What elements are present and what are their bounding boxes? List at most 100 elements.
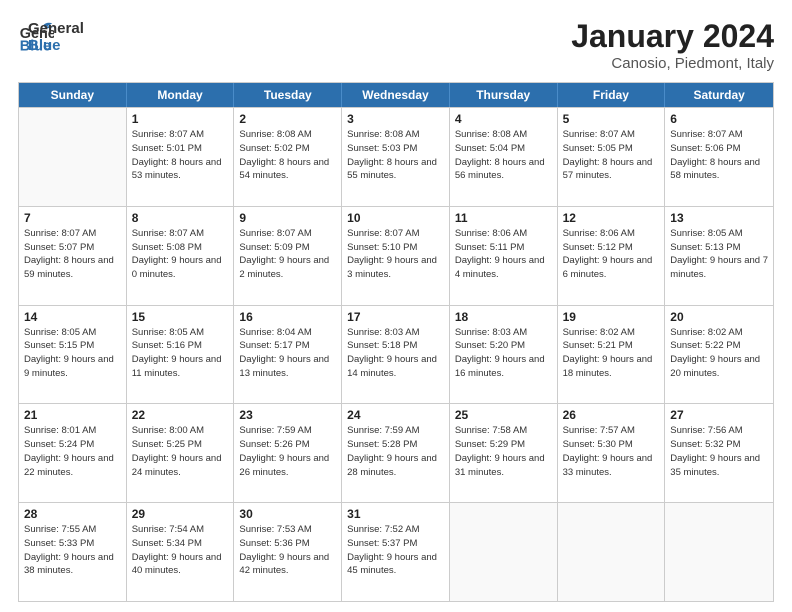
day-number: 23 [239,408,336,422]
calendar-cell: 27 Sunrise: 7:56 AM Sunset: 5:32 PM Dayli… [665,404,773,502]
title-block: January 2024 Canosio, Piedmont, Italy [571,18,774,72]
calendar-row-1: 1Sunrise: 8:07 AM Sunset: 5:01 PM Daylig… [19,107,773,206]
calendar-cell: 24Sunrise: 7:59 AM Sunset: 5:28 PM Dayli… [342,404,450,502]
calendar-cell [665,503,773,601]
day-of-week-friday: Friday [558,83,666,107]
calendar-cell: 19 Sunrise: 8:02 AM Sunset: 5:21 PM Dayli… [558,306,666,404]
day-number: 5 [563,112,660,126]
day-number: 22 [132,408,229,422]
day-info: Sunrise: 8:05 AM Sunset: 5:15 PM Dayligh… [24,326,121,381]
day-number: 14 [24,310,121,324]
day-info: Sunrise: 8:04 AM Sunset: 5:17 PM Dayligh… [239,326,336,381]
calendar-cell: 22 Sunrise: 8:00 AM Sunset: 5:25 PM Dayli… [127,404,235,502]
day-info: Sunrise: 7:53 AM Sunset: 5:36 PM Dayligh… [239,523,336,578]
day-number: 12 [563,211,660,225]
day-number: 27 [670,408,768,422]
page: General Blue General Blue January 2024 C… [0,0,792,612]
calendar-cell: 9Sunrise: 8:07 AM Sunset: 5:09 PM Daylig… [234,207,342,305]
day-info: Sunrise: 7:58 AM Sunset: 5:29 PM Dayligh… [455,424,552,479]
calendar-row-2: 7 Sunrise: 8:07 AM Sunset: 5:07 PM Daylig… [19,206,773,305]
day-info: Sunrise: 8:07 AM Sunset: 5:08 PM Dayligh… [132,227,229,282]
calendar-cell: 2 Sunrise: 8:08 AM Sunset: 5:02 PM Daylig… [234,108,342,206]
day-number: 30 [239,507,336,521]
day-info: Sunrise: 8:00 AM Sunset: 5:25 PM Dayligh… [132,424,229,479]
calendar-cell: 14 Sunrise: 8:05 AM Sunset: 5:15 PM Dayli… [19,306,127,404]
day-number: 31 [347,507,444,521]
calendar-cell: 8 Sunrise: 8:07 AM Sunset: 5:08 PM Daylig… [127,207,235,305]
calendar-cell: 15Sunrise: 8:05 AM Sunset: 5:16 PM Dayli… [127,306,235,404]
calendar-cell: 30 Sunrise: 7:53 AM Sunset: 5:36 PM Dayli… [234,503,342,601]
calendar-cell: 7 Sunrise: 8:07 AM Sunset: 5:07 PM Daylig… [19,207,127,305]
logo-general: General [28,20,84,37]
day-number: 6 [670,112,768,126]
day-number: 24 [347,408,444,422]
day-info: Sunrise: 8:06 AM Sunset: 5:11 PM Dayligh… [455,227,552,282]
day-info: Sunrise: 8:07 AM Sunset: 5:10 PM Dayligh… [347,227,444,282]
calendar-cell [19,108,127,206]
day-number: 15 [132,310,229,324]
day-info: Sunrise: 7:59 AM Sunset: 5:26 PM Dayligh… [239,424,336,479]
day-number: 10 [347,211,444,225]
day-info: Sunrise: 8:07 AM Sunset: 5:05 PM Dayligh… [563,128,660,183]
day-number: 9 [239,211,336,225]
day-info: Sunrise: 8:01 AM Sunset: 5:24 PM Dayligh… [24,424,121,479]
day-info: Sunrise: 8:08 AM Sunset: 5:03 PM Dayligh… [347,128,444,183]
day-number: 2 [239,112,336,126]
calendar-cell: 20Sunrise: 8:02 AM Sunset: 5:22 PM Dayli… [665,306,773,404]
day-of-week-wednesday: Wednesday [342,83,450,107]
calendar-cell: 12Sunrise: 8:06 AM Sunset: 5:12 PM Dayli… [558,207,666,305]
header: General Blue General Blue January 2024 C… [18,18,774,72]
day-info: Sunrise: 8:07 AM Sunset: 5:07 PM Dayligh… [24,227,121,282]
day-of-week-tuesday: Tuesday [234,83,342,107]
calendar: SundayMondayTuesdayWednesdayThursdayFrid… [18,82,774,602]
day-info: Sunrise: 8:08 AM Sunset: 5:04 PM Dayligh… [455,128,552,183]
day-number: 19 [563,310,660,324]
day-number: 4 [455,112,552,126]
day-number: 28 [24,507,121,521]
calendar-cell: 11Sunrise: 8:06 AM Sunset: 5:11 PM Dayli… [450,207,558,305]
day-info: Sunrise: 8:05 AM Sunset: 5:13 PM Dayligh… [670,227,768,282]
day-info: Sunrise: 8:07 AM Sunset: 5:06 PM Dayligh… [670,128,768,183]
calendar-cell: 17Sunrise: 8:03 AM Sunset: 5:18 PM Dayli… [342,306,450,404]
calendar-cell: 29 Sunrise: 7:54 AM Sunset: 5:34 PM Dayli… [127,503,235,601]
calendar-cell: 26Sunrise: 7:57 AM Sunset: 5:30 PM Dayli… [558,404,666,502]
day-info: Sunrise: 7:54 AM Sunset: 5:34 PM Dayligh… [132,523,229,578]
calendar-cell: 4 Sunrise: 8:08 AM Sunset: 5:04 PM Daylig… [450,108,558,206]
day-number: 29 [132,507,229,521]
calendar-cell [558,503,666,601]
day-number: 18 [455,310,552,324]
calendar-cell: 18 Sunrise: 8:03 AM Sunset: 5:20 PM Dayli… [450,306,558,404]
day-number: 7 [24,211,121,225]
calendar-cell: 5 Sunrise: 8:07 AM Sunset: 5:05 PM Daylig… [558,108,666,206]
calendar-row-3: 14 Sunrise: 8:05 AM Sunset: 5:15 PM Dayli… [19,305,773,404]
calendar-cell: 3 Sunrise: 8:08 AM Sunset: 5:03 PM Daylig… [342,108,450,206]
calendar-cell: 16 Sunrise: 8:04 AM Sunset: 5:17 PM Dayli… [234,306,342,404]
day-info: Sunrise: 8:07 AM Sunset: 5:01 PM Dayligh… [132,128,229,183]
calendar-cell: 1Sunrise: 8:07 AM Sunset: 5:01 PM Daylig… [127,108,235,206]
day-info: Sunrise: 8:08 AM Sunset: 5:02 PM Dayligh… [239,128,336,183]
month-title: January 2024 [571,18,774,55]
day-number: 21 [24,408,121,422]
logo-blue: Blue [28,37,84,54]
day-info: Sunrise: 8:02 AM Sunset: 5:21 PM Dayligh… [563,326,660,381]
day-number: 8 [132,211,229,225]
day-number: 26 [563,408,660,422]
day-number: 20 [670,310,768,324]
day-number: 3 [347,112,444,126]
logo: General Blue General Blue [18,18,84,55]
day-number: 25 [455,408,552,422]
calendar-cell: 25 Sunrise: 7:58 AM Sunset: 5:29 PM Dayli… [450,404,558,502]
calendar-cell: 21 Sunrise: 8:01 AM Sunset: 5:24 PM Dayli… [19,404,127,502]
day-number: 17 [347,310,444,324]
day-number: 13 [670,211,768,225]
calendar-row-5: 28Sunrise: 7:55 AM Sunset: 5:33 PM Dayli… [19,502,773,601]
day-of-week-thursday: Thursday [450,83,558,107]
day-info: Sunrise: 7:56 AM Sunset: 5:32 PM Dayligh… [670,424,768,479]
day-number: 16 [239,310,336,324]
calendar-header: SundayMondayTuesdayWednesdayThursdayFrid… [19,83,773,107]
day-of-week-saturday: Saturday [665,83,773,107]
day-info: Sunrise: 7:52 AM Sunset: 5:37 PM Dayligh… [347,523,444,578]
calendar-cell: 10 Sunrise: 8:07 AM Sunset: 5:10 PM Dayli… [342,207,450,305]
calendar-cell [450,503,558,601]
day-info: Sunrise: 8:03 AM Sunset: 5:20 PM Dayligh… [455,326,552,381]
